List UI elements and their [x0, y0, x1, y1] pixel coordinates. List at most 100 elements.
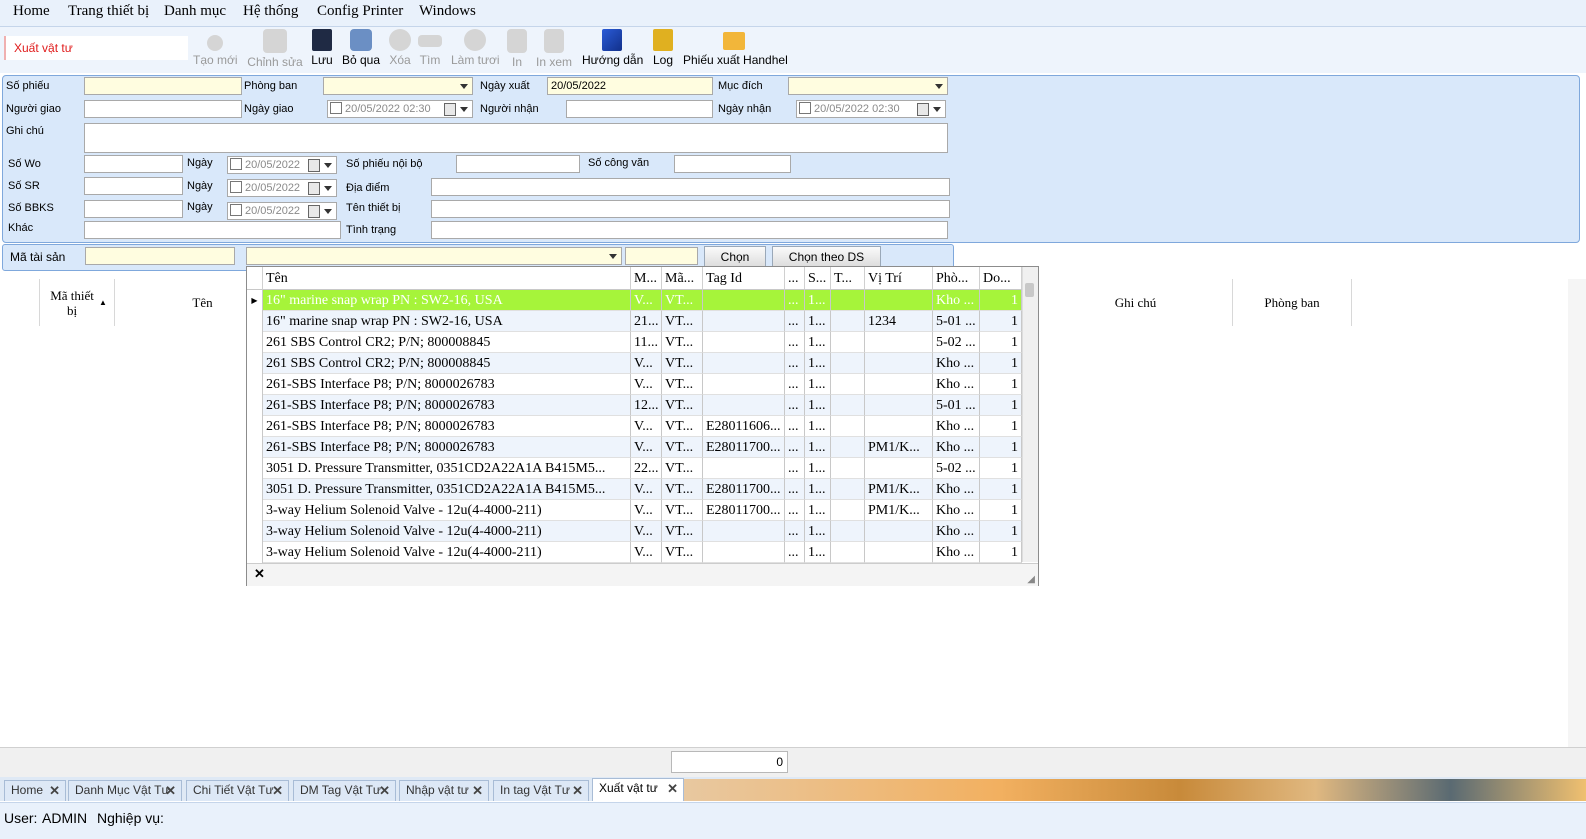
popup-col-ma-vt[interactable]: Mã... [662, 267, 703, 290]
chon-theo-ds-button[interactable]: Chọn theo DS [772, 246, 881, 268]
so-phieu-noi-bo-input[interactable] [456, 155, 580, 173]
ngay-xuat-input[interactable]: 20/05/2022 [547, 77, 713, 95]
calendar-icon[interactable] [308, 159, 320, 172]
popup-col-vi-tri[interactable]: Vị Trí [865, 267, 933, 290]
tab-danh-muc-vat-tu[interactable]: Danh Mục Vật Tư ✕ [68, 780, 182, 801]
so-wo-input[interactable] [84, 155, 183, 173]
popup-row[interactable]: 3-way Helium Solenoid Valve - 12u(4-4000… [247, 500, 1022, 521]
menu-windows[interactable]: Windows [419, 3, 476, 20]
ngay-wo-picker[interactable]: 20/05/2022 [227, 156, 337, 174]
close-icon[interactable]: ✕ [667, 779, 678, 798]
nguoi-giao-input[interactable] [84, 100, 242, 118]
muc-dich-select[interactable] [788, 77, 948, 95]
delete-button[interactable]: Xóa [388, 29, 412, 71]
calendar-icon[interactable] [917, 103, 929, 116]
popup-row[interactable]: ▶ 16" marine snap wrap PN : SW2-16, USA V.… [247, 290, 1022, 311]
close-icon[interactable]: ✕ [379, 781, 390, 800]
close-icon[interactable]: ✕ [165, 781, 176, 800]
save-button[interactable]: Lưu [310, 29, 334, 71]
guide-button[interactable]: Hướng dẫn [582, 29, 643, 71]
ngay-wo-checkbox[interactable] [230, 158, 242, 170]
ngay-giao-picker[interactable]: 20/05/2022 02:30 [327, 100, 473, 118]
menu-trang-thiet-bi[interactable]: Trang thiết bị [68, 3, 149, 20]
col-phong-ban[interactable]: Phòng ban [1233, 279, 1352, 326]
print-button[interactable]: In [506, 29, 528, 71]
ngay-sr-checkbox[interactable] [230, 181, 242, 193]
cancel-button[interactable]: Bỏ qua [341, 29, 381, 71]
close-icon[interactable]: ✕ [472, 781, 483, 800]
close-icon[interactable]: ✕ [272, 781, 283, 800]
ngay-giao-checkbox[interactable] [330, 102, 342, 114]
tab-dm-tag-vat-tu[interactable]: DM Tag Vật Tư ✕ [293, 780, 396, 801]
popup-row[interactable]: 261-SBS Interface P8; P/N; 8000026783 V..… [247, 416, 1022, 437]
popup-col-ten[interactable]: Tên [263, 267, 631, 290]
popup-row[interactable]: 261-SBS Interface P8; P/N; 8000026783 V..… [247, 374, 1022, 395]
menu-he-thong[interactable]: Hệ thống [243, 3, 298, 20]
tab-chi-tiet-vat-tu[interactable]: Chi Tiết Vật Tư ✕ [186, 780, 289, 801]
nguoi-nhan-input[interactable] [566, 100, 713, 118]
edit-button[interactable]: Chỉnh sửa [247, 29, 303, 71]
ngay-sr-picker[interactable]: 20/05/2022 [227, 179, 337, 197]
popup-row[interactable]: 3-way Helium Solenoid Valve - 12u(4-4000… [247, 521, 1022, 542]
popup-row[interactable]: 3-way Helium Solenoid Valve - 12u(4-4000… [247, 542, 1022, 563]
tab-nhap-vat-tu[interactable]: Nhập vật tư ✕ [399, 780, 489, 801]
tab-home[interactable]: Home ✕ [4, 780, 66, 801]
menu-home[interactable]: Home [13, 3, 50, 20]
find-button[interactable]: Tìm [418, 29, 442, 71]
popup-row[interactable]: 16" marine snap wrap PN : SW2-16, USA 21.… [247, 311, 1022, 332]
phong-ban-select[interactable] [323, 77, 473, 95]
tab-xuat-vat-tu[interactable]: Xuất vật tư ✕ [592, 778, 684, 801]
chon-button[interactable]: Chọn [704, 246, 766, 268]
close-icon[interactable]: ✕ [49, 781, 60, 800]
col-ma-thiet-bi[interactable]: Mã thiết bị ▲ [40, 279, 115, 326]
print-preview-button[interactable]: In xem [536, 29, 572, 71]
ma-tai-san-input[interactable] [85, 247, 235, 265]
menu-config-printer[interactable]: Config Printer [317, 3, 403, 20]
so-phieu-input[interactable] [84, 77, 242, 95]
asset-qty-input[interactable] [625, 247, 698, 265]
so-sr-input[interactable] [84, 177, 183, 195]
popup-row[interactable]: 3051 D. Pressure Transmitter, 0351CD2A22… [247, 479, 1022, 500]
log-button[interactable]: Log [651, 29, 675, 71]
popup-col-ma[interactable]: M... [631, 267, 662, 290]
ngay-nhan-checkbox[interactable] [799, 102, 811, 114]
refresh-button[interactable]: Làm tươi [451, 29, 500, 71]
popup-row[interactable]: 261 SBS Control CR2; P/N; 800008845 V... V… [247, 353, 1022, 374]
col-ghi-chu[interactable]: Ghi chú [1038, 279, 1233, 326]
calendar-icon[interactable] [444, 103, 456, 116]
so-cong-van-input[interactable] [674, 155, 791, 173]
close-icon[interactable]: ✕ [572, 781, 583, 800]
dia-diem-input[interactable] [431, 178, 950, 196]
popup-col-4[interactable]: ... [785, 267, 805, 290]
popup-row[interactable]: 261 SBS Control CR2; P/N; 800008845 11...… [247, 332, 1022, 353]
calendar-icon[interactable] [308, 205, 320, 218]
ten-thiet-bi-input[interactable] [431, 200, 950, 218]
close-icon[interactable]: ✕ [254, 566, 265, 582]
new-button[interactable]: Tạo mới [193, 29, 238, 71]
resize-grip-icon[interactable]: ◢ [1027, 574, 1035, 585]
so-bbks-input[interactable] [84, 200, 183, 218]
popup-col-tag-id[interactable]: Tag Id [703, 267, 785, 290]
ngay-nhan-picker[interactable]: 20/05/2022 02:30 [796, 100, 946, 118]
handheld-export-button[interactable]: Phiếu xuất Handhel [683, 29, 788, 71]
khac-input[interactable] [84, 221, 341, 239]
ngay-bbks-picker[interactable]: 20/05/2022 [227, 202, 337, 220]
popup-col-t[interactable]: T... [831, 267, 865, 290]
calendar-icon[interactable] [308, 182, 320, 195]
ghi-chu-input[interactable] [84, 123, 948, 153]
popup-scroll-thumb[interactable] [1025, 283, 1034, 297]
menu-danh-muc[interactable]: Danh mục [164, 3, 226, 20]
popup-row[interactable]: 261-SBS Interface P8; P/N; 8000026783 12.… [247, 395, 1022, 416]
asset-combo[interactable] [246, 247, 622, 265]
popup-cell-vi-tri [865, 353, 933, 374]
tinh-trang-input[interactable] [431, 221, 948, 239]
popup-row[interactable]: 261-SBS Interface P8; P/N; 8000026783 V..… [247, 437, 1022, 458]
popup-col-phong[interactable]: Phò... [933, 267, 980, 290]
popup-vertical-scrollbar[interactable] [1022, 267, 1038, 562]
popup-col-do[interactable]: Do... [980, 267, 1022, 290]
popup-col-s[interactable]: S... [805, 267, 831, 290]
popup-row[interactable]: 3051 D. Pressure Transmitter, 0351CD2A22… [247, 458, 1022, 479]
tab-in-tag-vat-tu[interactable]: In tag Vật Tư ✕ [493, 780, 589, 801]
grid-vertical-scrollbar[interactable] [1568, 279, 1586, 747]
ngay-bbks-checkbox[interactable] [230, 204, 242, 216]
